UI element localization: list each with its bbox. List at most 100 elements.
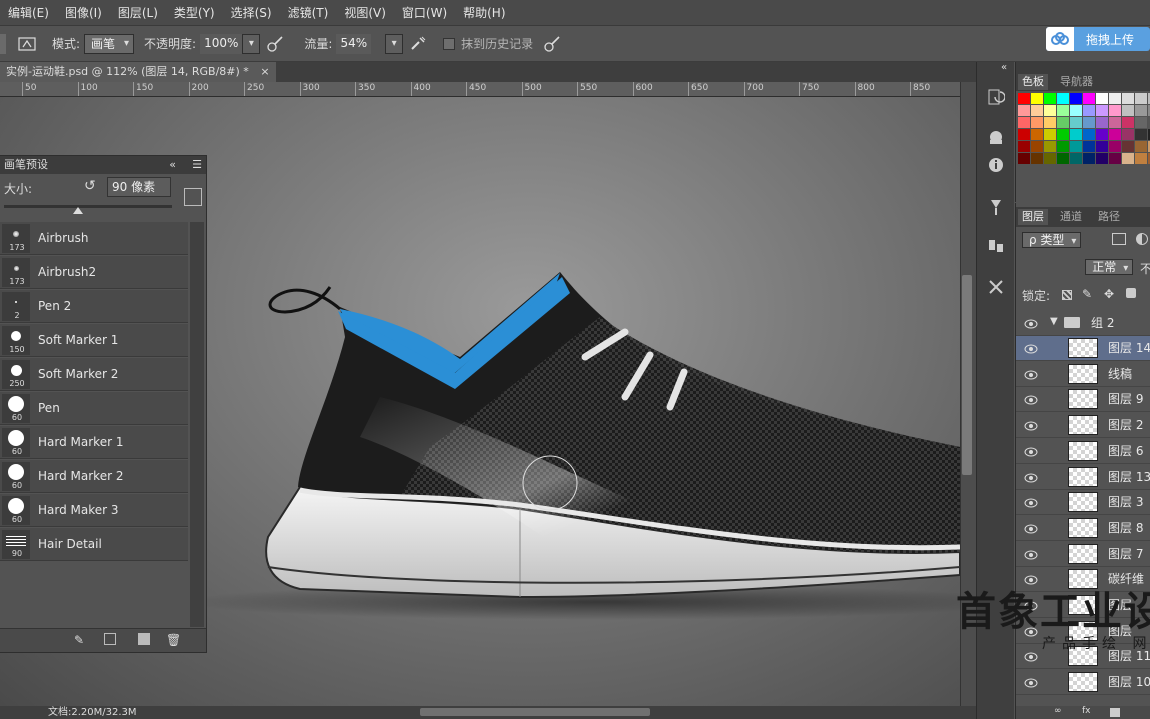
- color-swatch[interactable]: [1083, 105, 1095, 116]
- visibility-eye-icon[interactable]: [1024, 343, 1038, 354]
- menu-select[interactable]: 选择(S): [223, 0, 280, 26]
- visibility-eye-icon[interactable]: [1024, 600, 1038, 611]
- visibility-eye-icon[interactable]: [1024, 626, 1038, 637]
- filter-adjust-icon[interactable]: [1136, 233, 1148, 245]
- delete-brush-icon[interactable]: 🗑: [166, 633, 181, 647]
- menu-image[interactable]: 图像(I): [57, 0, 110, 26]
- menu-type[interactable]: 类型(Y): [166, 0, 223, 26]
- color-swatch[interactable]: [1018, 129, 1030, 140]
- opacity-dropdown[interactable]: ▾: [242, 33, 261, 54]
- color-swatch[interactable]: [1083, 117, 1095, 128]
- layer-group-row[interactable]: ▼ 组 2: [1016, 311, 1150, 336]
- color-swatch[interactable]: [1135, 117, 1147, 128]
- lock-transparent-icon[interactable]: [1062, 290, 1072, 300]
- color-swatch[interactable]: [1070, 153, 1082, 164]
- clone-source-icon[interactable]: [985, 234, 1007, 256]
- mode-select[interactable]: 画笔: [84, 33, 135, 54]
- visibility-eye-icon[interactable]: [1024, 651, 1038, 662]
- menu-layer[interactable]: 图层(L): [110, 0, 166, 26]
- upload-button[interactable]: 拖拽上传: [1046, 27, 1150, 51]
- layer-row[interactable]: 图层 3: [1016, 490, 1150, 516]
- layer-row[interactable]: 图层 7: [1016, 541, 1150, 567]
- link-layers-icon[interactable]: ∞: [1054, 706, 1062, 716]
- color-swatch[interactable]: [1070, 141, 1082, 152]
- color-swatch[interactable]: [1018, 117, 1030, 128]
- layer-filter-select[interactable]: ρ 类型: [1022, 232, 1082, 248]
- visibility-eye-icon[interactable]: [1024, 394, 1038, 405]
- color-swatch[interactable]: [1109, 129, 1121, 140]
- vertical-scroll-thumb[interactable]: [962, 275, 972, 475]
- visibility-eye-icon[interactable]: [1024, 574, 1038, 585]
- pressure-opacity-icon[interactable]: [264, 33, 286, 55]
- color-swatch[interactable]: [1057, 141, 1069, 152]
- history-icon[interactable]: [985, 86, 1007, 108]
- color-swatch[interactable]: [1057, 93, 1069, 104]
- layer-row[interactable]: 图层 10: [1016, 670, 1150, 696]
- color-swatch[interactable]: [1070, 117, 1082, 128]
- brush-preset-item[interactable]: 173 Airbrush: [0, 222, 188, 255]
- history-checkbox[interactable]: [443, 37, 456, 50]
- color-swatch[interactable]: [1057, 105, 1069, 116]
- brush-preset-item[interactable]: 60 Pen: [0, 392, 188, 425]
- color-swatch[interactable]: [1109, 153, 1121, 164]
- color-swatch[interactable]: [1070, 129, 1082, 140]
- color-swatch[interactable]: [1031, 105, 1043, 116]
- layer-row[interactable]: 碳纤维: [1016, 567, 1150, 593]
- color-swatch[interactable]: [1096, 117, 1108, 128]
- color-swatch[interactable]: [1096, 93, 1108, 104]
- color-swatch[interactable]: [1031, 153, 1043, 164]
- visibility-eye-icon[interactable]: [1024, 318, 1038, 329]
- color-swatch[interactable]: [1057, 117, 1069, 128]
- actions-icon[interactable]: [985, 126, 1007, 148]
- tab-swatches[interactable]: 色板: [1018, 74, 1048, 90]
- color-swatch[interactable]: [1044, 153, 1056, 164]
- color-swatch[interactable]: [1096, 105, 1108, 116]
- reset-size-icon[interactable]: ↺: [84, 178, 96, 194]
- tab-paths[interactable]: 路径: [1094, 209, 1124, 225]
- brush-preset-item[interactable]: 2 Pen 2: [0, 290, 188, 323]
- visibility-eye-icon[interactable]: [1024, 369, 1038, 380]
- size-slider[interactable]: [4, 205, 172, 208]
- color-swatch[interactable]: [1135, 141, 1147, 152]
- menu-filter[interactable]: 滤镜(T): [280, 0, 337, 26]
- color-swatch[interactable]: [1070, 105, 1082, 116]
- fx-icon[interactable]: fx: [1082, 706, 1091, 716]
- color-swatch[interactable]: [1044, 117, 1056, 128]
- color-swatch[interactable]: [1122, 105, 1134, 116]
- brush-preset-picker[interactable]: [0, 33, 6, 54]
- color-swatch[interactable]: [1096, 129, 1108, 140]
- color-swatch[interactable]: [1135, 129, 1147, 140]
- expand-group-icon[interactable]: ▼: [1050, 316, 1058, 327]
- new-brush-icon[interactable]: [138, 633, 150, 645]
- menu-window[interactable]: 窗口(W): [394, 0, 455, 26]
- brush-preset-item[interactable]: 250 Soft Marker 2: [0, 358, 188, 391]
- color-swatch[interactable]: [1122, 141, 1134, 152]
- layer-row[interactable]: 图层 6: [1016, 438, 1150, 464]
- visibility-eye-icon[interactable]: [1024, 677, 1038, 688]
- layer-row[interactable]: 图层 14: [1016, 336, 1150, 361]
- color-swatch[interactable]: [1031, 93, 1043, 104]
- brush-preset-item[interactable]: 150 Soft Marker 1: [0, 324, 188, 357]
- grid-view-icon[interactable]: [104, 633, 116, 645]
- layer-row[interactable]: 图层 13: [1016, 464, 1150, 490]
- collapse-icon[interactable]: «: [169, 156, 176, 174]
- color-swatch[interactable]: [1109, 141, 1121, 152]
- tool-presets-icon[interactable]: [985, 196, 1007, 218]
- pressure-size-icon[interactable]: [541, 33, 563, 55]
- color-swatch[interactable]: [1109, 105, 1121, 116]
- size-input[interactable]: 90 像素: [107, 177, 171, 197]
- tools-icon[interactable]: [985, 276, 1007, 298]
- layer-row[interactable]: 图层 9: [1016, 387, 1150, 413]
- color-swatch[interactable]: [1031, 141, 1043, 152]
- layer-row[interactable]: 线稿: [1016, 361, 1150, 387]
- color-swatch[interactable]: [1083, 141, 1095, 152]
- color-swatch[interactable]: [1018, 153, 1030, 164]
- brush-preset-item[interactable]: 173 Airbrush2: [0, 256, 188, 289]
- layer-row[interactable]: 图层: [1016, 593, 1150, 618]
- flow-input[interactable]: 54%: [336, 33, 372, 54]
- color-swatch[interactable]: [1083, 93, 1095, 104]
- mask-icon[interactable]: [1110, 708, 1120, 717]
- toggle-bristle-icon[interactable]: ✎: [74, 633, 84, 647]
- brush-list-scrollbar[interactable]: [190, 222, 204, 627]
- menu-edit[interactable]: 编辑(E): [0, 0, 57, 26]
